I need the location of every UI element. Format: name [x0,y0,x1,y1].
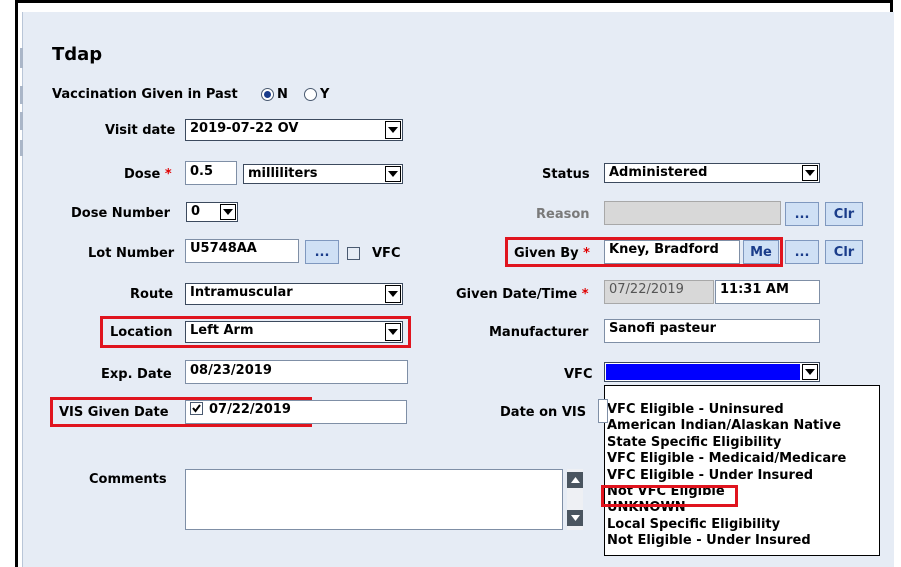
given-by-me-button[interactable]: Me [743,240,779,264]
frame-tick [20,140,23,156]
past-yes-label: Y [320,87,330,102]
vis-given-date-input[interactable]: 07/22/2019 [185,400,407,424]
vfc-option[interactable]: State Specific Eligibility [605,435,879,451]
given-by-label: Given By * [514,246,590,261]
exp-date-input[interactable]: 08/23/2019 [185,360,408,384]
vfc-option[interactable]: American Indian/Alaskan Native [605,418,879,434]
past-yes-radio[interactable] [304,88,317,101]
given-time-input[interactable]: 11:31 AM [715,280,820,304]
date-on-vis-input[interactable] [598,399,608,423]
vfc-option[interactable]: Not Eligible - Under Insured [605,533,879,549]
lot-browse-button[interactable]: ... [305,240,339,264]
lot-number-label: Lot Number [88,246,175,261]
status-select[interactable]: Administered [604,163,820,183]
dose-unit-value: milliliters [248,166,318,181]
exp-date-label: Exp. Date [101,367,172,382]
route-label: Route [130,287,174,302]
date-on-vis-label: Date on VIS [500,405,587,420]
reason-input[interactable] [604,201,781,225]
dose-number-select[interactable]: 0 [186,202,238,222]
chevron-down-icon[interactable] [802,364,818,380]
not-vfc-eligible-highlight [601,485,738,507]
vis-given-checkbox[interactable] [190,402,203,415]
given-by-input[interactable]: Kney, Bradford [604,240,740,264]
vfc-select[interactable] [604,362,820,382]
dose-number-label: Dose Number [71,206,171,221]
status-label: Status [542,167,590,182]
vfc-option-blank[interactable] [605,386,879,402]
vfc-checkbox-label: VFC [372,246,401,261]
frame-tick [20,48,23,68]
chevron-down-icon[interactable] [385,166,401,182]
visit-date-label: Visit date [105,123,176,138]
reason-clear-button[interactable]: Clr [825,202,863,226]
given-by-browse-button[interactable]: ... [785,240,819,264]
chevron-down-icon[interactable] [802,165,818,181]
past-no-radio[interactable] [261,88,274,101]
scroll-up-icon[interactable] [567,472,583,488]
vfc-dropdown-list: VFC Eligible - Uninsured American Indian… [604,385,880,556]
vfc-option[interactable]: VFC Eligible - Under Insured [605,468,879,484]
location-value: Left Arm [190,323,254,338]
chevron-down-icon[interactable] [385,285,401,303]
vis-given-date-value: 07/22/2019 [209,402,291,417]
lot-number-input[interactable]: U5748AA [185,239,299,263]
visit-date-select[interactable]: 2019-07-22 OV [185,119,403,141]
chevron-down-icon[interactable] [220,204,236,220]
comments-label: Comments [89,472,167,487]
visit-date-value: 2019-07-22 OV [190,121,299,136]
past-no-label: N [277,87,288,102]
frame-tick [20,112,23,130]
given-datetime-label: Given Date/Time * [456,287,589,302]
vfc-checkbox[interactable] [347,247,360,260]
location-select[interactable]: Left Arm [185,321,403,343]
vfc-option[interactable]: VFC Eligible - Uninsured [605,402,879,418]
chevron-down-icon[interactable] [385,323,401,341]
dose-label: Dose * [124,167,172,182]
vis-given-date-label: VIS Given Date [59,405,169,420]
route-value: Intramuscular [190,285,293,300]
vfc-selected-value [606,364,800,380]
vfc-label: VFC [564,367,593,382]
page-title: Tdap [52,44,103,65]
given-by-clear-button[interactable]: Clr [825,240,863,264]
location-label: Location [110,325,173,340]
route-select[interactable]: Intramuscular [185,283,403,305]
frame-tick [20,86,23,104]
comments-textarea[interactable] [185,469,563,530]
scroll-down-icon[interactable] [567,510,583,526]
status-value: Administered [609,165,708,180]
dose-unit-select[interactable]: milliliters [243,164,403,184]
dose-number-value: 0 [191,204,201,219]
reason-browse-button[interactable]: ... [785,202,819,226]
dose-amount-input[interactable]: 0.5 [185,161,237,185]
past-vaccination-label: Vaccination Given in Past [52,87,238,102]
given-date-input[interactable]: 07/22/2019 [604,280,714,304]
manufacturer-label: Manufacturer [489,325,589,340]
vfc-option[interactable]: Local Specific Eligibility [605,517,879,533]
vfc-option[interactable]: VFC Eligible - Medicaid/Medicare [605,451,879,467]
manufacturer-input[interactable]: Sanofi pasteur [604,319,820,343]
reason-label: Reason [536,207,590,222]
chevron-down-icon[interactable] [385,121,401,139]
